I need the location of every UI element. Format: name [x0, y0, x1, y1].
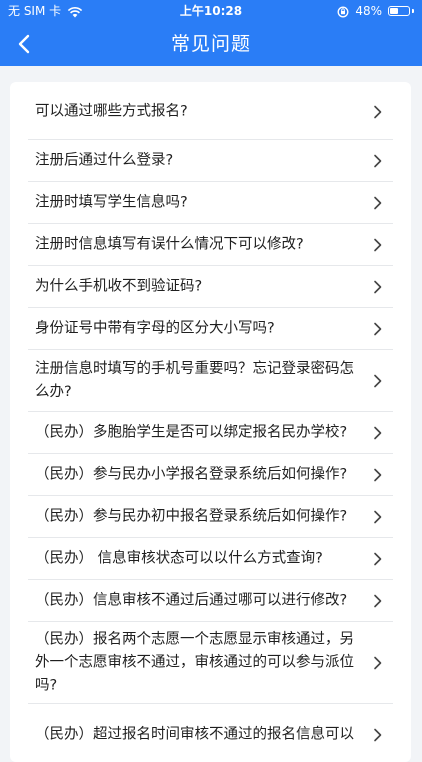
faq-list: 可以通过哪些方式报名? 注册后通过什么登录? 注册时填写学生信息吗? 注册时信息填写有…: [10, 82, 411, 762]
faq-question: 身份证号中带有字母的区分大小写吗?: [35, 320, 275, 337]
chevron-right-icon: [374, 426, 382, 440]
faq-item[interactable]: （民办）超过报名时间审核不通过的报名信息可以: [10, 704, 411, 762]
faq-question: （民办）多胞胎学生是否可以绑定报名民办学校?: [35, 424, 348, 441]
faq-item[interactable]: 为什么手机收不到验证码?: [10, 266, 411, 308]
status-bar: 无 SIM 卡 上午10:28 48%: [0, 0, 422, 22]
faq-item[interactable]: （民办）报名两个志愿一个志愿显示审核通过，另外一个志愿审核不通过，审核通过的可以…: [10, 622, 411, 704]
faq-item[interactable]: （民办）信息审核不通过后通过哪可以进行修改?: [10, 580, 411, 622]
faq-question: （民办）报名两个志愿一个志愿显示审核通过，另外一个志愿审核不通过，审核通过的可以…: [35, 631, 354, 694]
chevron-right-icon: [374, 552, 382, 566]
battery-icon: [388, 6, 414, 16]
chevron-right-icon: [374, 728, 382, 742]
chevron-right-icon: [374, 105, 382, 119]
faq-question: 注册时信息填写有误什么情况下可以修改?: [35, 236, 304, 253]
faq-item[interactable]: （民办）多胞胎学生是否可以绑定报名民办学校?: [10, 412, 411, 454]
faq-item[interactable]: （民办）参与民办初中报名登录系统后如何操作?: [10, 496, 411, 538]
chevron-right-icon: [374, 238, 382, 252]
faq-item[interactable]: 注册信息时填写的手机号重要吗？忘记登录密码怎么办?: [10, 350, 411, 412]
battery-percent: 48%: [355, 4, 382, 18]
faq-item[interactable]: 注册时填写学生信息吗?: [10, 182, 411, 224]
chevron-right-icon: [374, 656, 382, 670]
faq-question: 注册后通过什么登录?: [35, 152, 174, 169]
faq-question: （民办）参与民办初中报名登录系统后如何操作?: [35, 508, 348, 525]
faq-question: 为什么手机收不到验证码?: [35, 278, 203, 295]
faq-item[interactable]: 注册后通过什么登录?: [10, 140, 411, 182]
chevron-right-icon: [374, 374, 382, 388]
navigation-bar: 常见问题: [0, 22, 422, 66]
rotation-lock-icon: [337, 6, 349, 18]
faq-question: （民办）信息审核不通过后通过哪可以进行修改?: [35, 592, 348, 609]
faq-question: （民办） 信息审核状态可以以什么方式查询?: [35, 550, 323, 567]
faq-question: 注册信息时填写的手机号重要吗？忘记登录密码怎么办?: [35, 361, 354, 400]
faq-item[interactable]: 身份证号中带有字母的区分大小写吗?: [10, 308, 411, 350]
page-title: 常见问题: [170, 33, 251, 55]
faq-item[interactable]: 可以通过哪些方式报名?: [10, 82, 411, 140]
chevron-right-icon: [374, 154, 382, 168]
faq-question: 可以通过哪些方式报名?: [35, 103, 188, 120]
faq-item[interactable]: 注册时信息填写有误什么情况下可以修改?: [10, 224, 411, 266]
chevron-right-icon: [374, 280, 382, 294]
faq-item[interactable]: （民办）参与民办小学报名登录系统后如何操作?: [10, 454, 411, 496]
faq-question: （民办）参与民办小学报名登录系统后如何操作?: [35, 466, 348, 483]
chevron-right-icon: [374, 322, 382, 336]
chevron-right-icon: [374, 196, 382, 210]
app-header: 无 SIM 卡 上午10:28 48% 常见问题: [0, 0, 422, 66]
faq-question: 注册时填写学生信息吗?: [35, 194, 188, 211]
chevron-right-icon: [374, 510, 382, 524]
faq-question: （民办）超过报名时间审核不通过的报名信息可以: [35, 726, 354, 743]
faq-item[interactable]: （民办） 信息审核状态可以以什么方式查询?: [10, 538, 411, 580]
chevron-right-icon: [374, 594, 382, 608]
chevron-right-icon: [374, 468, 382, 482]
